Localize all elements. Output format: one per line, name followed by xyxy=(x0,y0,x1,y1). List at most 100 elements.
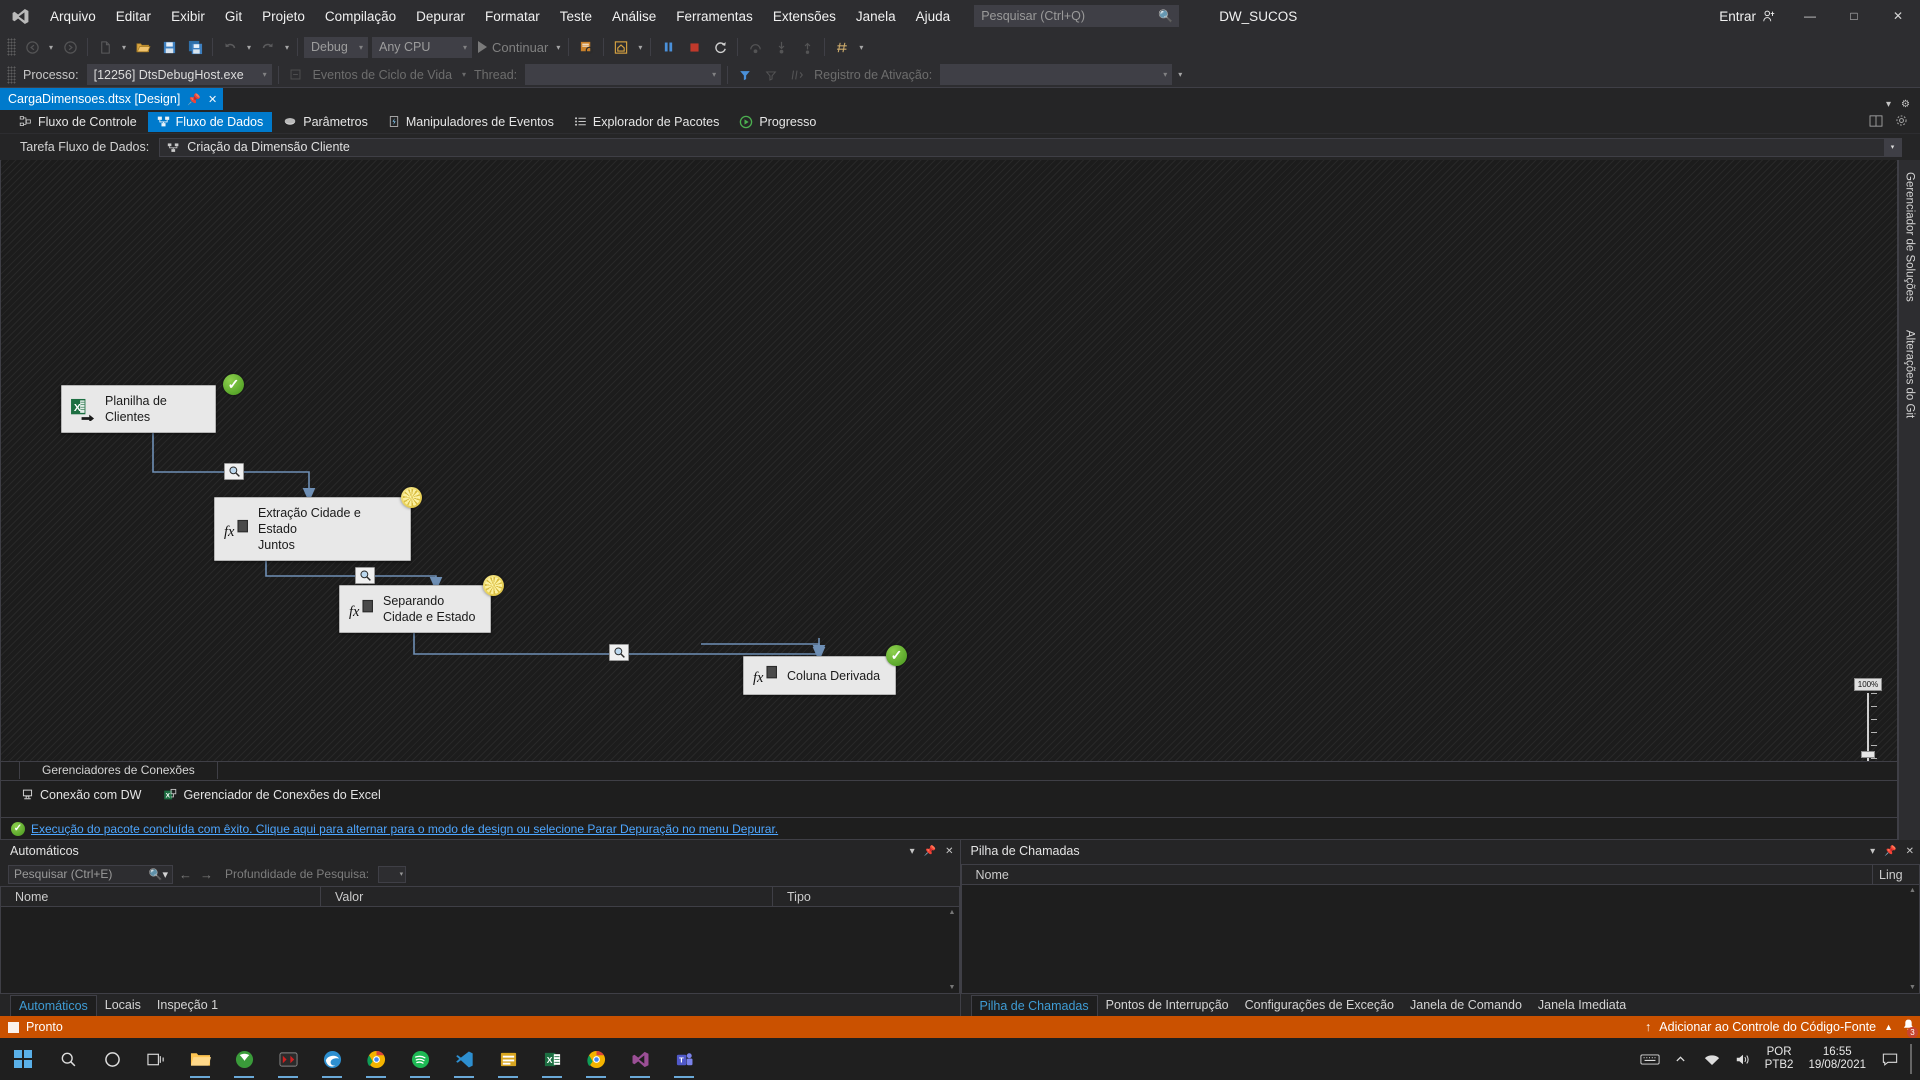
bottom-tab-inspecao-1[interactable]: Inspeção 1 xyxy=(149,995,226,1015)
close-button[interactable]: ✕ xyxy=(1876,0,1920,32)
bottom-tab-locais[interactable]: Locais xyxy=(97,995,149,1015)
menu-projeto[interactable]: Projeto xyxy=(252,0,315,32)
notification-icon[interactable]: 3 xyxy=(1901,1018,1918,1038)
input-language-indicator[interactable]: POR PTB2 xyxy=(1761,1046,1798,1072)
network-icon[interactable] xyxy=(1699,1053,1725,1066)
menu-extensoes[interactable]: Extensões xyxy=(763,0,846,32)
navigate-back-icon[interactable] xyxy=(19,35,45,59)
save-icon[interactable] xyxy=(156,35,182,59)
dock-tab-gerenciador-de-solucoes[interactable]: Gerenciador de Soluções xyxy=(1902,168,1918,306)
save-all-icon[interactable] xyxy=(182,35,208,59)
home-icon[interactable] xyxy=(608,35,634,59)
tab-fluxo-de-controle[interactable]: Fluxo de Controle xyxy=(10,112,146,132)
stack-frame-icon[interactable] xyxy=(758,63,784,87)
arrow-up-icon[interactable]: ↑ xyxy=(1645,1020,1651,1034)
maximize-button[interactable]: □ xyxy=(1832,0,1876,32)
node-coluna-derivada[interactable]: fx Coluna Derivada xyxy=(743,656,896,695)
tab-explorador-de-pacotes[interactable]: Explorador de Pacotes xyxy=(565,112,728,132)
data-viewer-icon-3[interactable] xyxy=(609,644,629,661)
new-file-icon[interactable] xyxy=(92,35,118,59)
quick-search-box[interactable]: Pesquisar (Ctrl+Q) 🔍 xyxy=(974,5,1180,27)
callstack-grid-body[interactable]: ▲ ▼ xyxy=(962,885,1919,993)
source-control-caret-icon[interactable]: ▲ xyxy=(1884,1022,1893,1032)
document-tab-cargadimensoes[interactable]: CargaDimensoes.dtsx [Design] 📌 ✕ xyxy=(0,88,224,110)
new-dropdown-icon[interactable]: ▾ xyxy=(118,43,130,52)
dataflow-task-combo[interactable]: Criação da Dimensão Cliente ▾ xyxy=(159,137,1902,157)
step-into-icon[interactable] xyxy=(768,35,794,59)
node-extracao-cidade-estado[interactable]: fx Extração Cidade e Estado Juntos xyxy=(214,497,411,561)
autos-search-input[interactable]: Pesquisar (Ctrl+E) 🔍▾ xyxy=(8,864,173,884)
keyboard-icon[interactable] xyxy=(1637,1053,1663,1066)
solution-configuration-combo[interactable]: Debug ▾ xyxy=(304,36,368,58)
menu-teste[interactable]: Teste xyxy=(550,0,602,32)
pause-icon[interactable] xyxy=(655,35,681,59)
dock-tab-alteracoes-do-git[interactable]: Alterações do Git xyxy=(1902,326,1918,422)
autos-grid-body[interactable]: ▲ ▼ xyxy=(1,907,959,993)
cortana-circle-icon[interactable] xyxy=(90,1038,134,1080)
solution-platform-combo[interactable]: Any CPU ▾ xyxy=(372,36,472,58)
lifecycle-dropdown-icon[interactable]: ▾ xyxy=(458,70,470,79)
taskbar-app-edge-icon[interactable] xyxy=(310,1038,354,1080)
taskbar-app-xbox-icon[interactable] xyxy=(222,1038,266,1080)
autos-column-tipo[interactable]: Tipo xyxy=(773,887,959,906)
scroll-down-icon[interactable]: ▼ xyxy=(1909,982,1916,993)
node-separando-cidade-estado[interactable]: fx Separando Cidade e Estado xyxy=(339,585,491,633)
line-numbers-dropdown-icon[interactable]: ▾ xyxy=(855,43,867,52)
scroll-down-icon[interactable]: ▼ xyxy=(949,982,956,993)
process-combo[interactable]: [12256] DtsDebugHost.exe ▾ xyxy=(86,64,272,85)
tab-parametros[interactable]: Parâmetros xyxy=(274,112,377,132)
settings-gear-icon[interactable]: ⚙ xyxy=(1901,99,1910,110)
undo-dropdown-icon[interactable]: ▾ xyxy=(243,43,255,52)
menu-depurar[interactable]: Depurar xyxy=(406,0,475,32)
taskbar-search-icon[interactable] xyxy=(46,1038,90,1080)
taskbar-app-spotify-icon[interactable] xyxy=(398,1038,442,1080)
home-dropdown-icon[interactable]: ▾ xyxy=(634,43,646,52)
bottom-tab-configuracoes-de-excecao[interactable]: Configurações de Exceção xyxy=(1237,995,1402,1015)
bottom-tab-pilha-de-chamadas[interactable]: Pilha de Chamadas xyxy=(970,994,1098,1016)
redo-dropdown-icon[interactable]: ▾ xyxy=(281,43,293,52)
arrow-right-icon[interactable]: → xyxy=(198,867,215,882)
close-tab-icon[interactable]: ✕ xyxy=(208,93,217,106)
taskbar-app-chrome2-icon[interactable] xyxy=(574,1038,618,1080)
bottom-tab-janela-de-comando[interactable]: Janela de Comando xyxy=(1402,995,1530,1015)
arrow-left-icon[interactable]: ← xyxy=(177,867,194,882)
pin-icon[interactable]: 📌 xyxy=(1884,846,1896,857)
menu-arquivo[interactable]: Arquivo xyxy=(40,0,106,32)
bottom-tab-automaticos[interactable]: Automáticos xyxy=(10,994,97,1016)
navigate-forward-icon[interactable] xyxy=(57,35,83,59)
menu-formatar[interactable]: Formatar xyxy=(475,0,550,32)
zoom-slider-thumb[interactable] xyxy=(1861,751,1875,758)
stop-icon[interactable] xyxy=(681,35,707,59)
autos-column-nome[interactable]: Nome xyxy=(1,887,321,906)
lifecycle-events-icon[interactable] xyxy=(283,63,309,87)
toolbar-grip[interactable] xyxy=(7,38,16,56)
package-success-message[interactable]: Execução do pacote concluída com êxito. … xyxy=(31,822,778,836)
toolbar-grip-2[interactable] xyxy=(7,65,16,84)
chevron-down-icon[interactable]: ▾ xyxy=(1886,99,1891,110)
callstack-column-ling[interactable]: Ling xyxy=(1873,865,1919,884)
windows-start-icon[interactable] xyxy=(0,1038,46,1080)
tab-fluxo-de-dados[interactable]: Fluxo de Dados xyxy=(147,111,273,132)
node-planilha-de-clientes[interactable]: X Planilha de Clientes xyxy=(61,385,216,433)
connection-manager-excel[interactable]: X Gerenciador de Conexões do Excel xyxy=(163,788,381,802)
volume-icon[interactable] xyxy=(1730,1053,1756,1066)
pin-icon[interactable]: 📌 xyxy=(187,93,201,106)
chevron-down-icon[interactable]: ▾ xyxy=(1870,846,1875,857)
filter-icon[interactable] xyxy=(732,63,758,87)
continue-dropdown-icon[interactable]: ▾ xyxy=(552,43,564,52)
sign-in-button[interactable]: Entrar xyxy=(1707,9,1788,24)
close-icon[interactable]: ✕ xyxy=(945,846,953,857)
tab-progresso[interactable]: Progresso xyxy=(730,112,825,132)
back-dropdown-icon[interactable]: ▾ xyxy=(45,43,57,52)
attach-process-icon[interactable] xyxy=(573,35,599,59)
scroll-up-icon[interactable]: ▲ xyxy=(1909,885,1916,896)
taskbar-app-excel-icon[interactable]: X xyxy=(530,1038,574,1080)
data-viewer-icon-1[interactable] xyxy=(224,463,244,480)
chevron-down-icon[interactable]: ▾ xyxy=(910,846,915,857)
taskbar-app-chrome-icon[interactable] xyxy=(354,1038,398,1080)
menu-compilacao[interactable]: Compilação xyxy=(315,0,406,32)
step-over-icon[interactable] xyxy=(742,35,768,59)
thread-combo[interactable]: ▾ xyxy=(525,64,722,85)
action-center-icon[interactable] xyxy=(1877,1052,1903,1066)
activation-record-combo[interactable]: ▾ xyxy=(940,64,1173,85)
